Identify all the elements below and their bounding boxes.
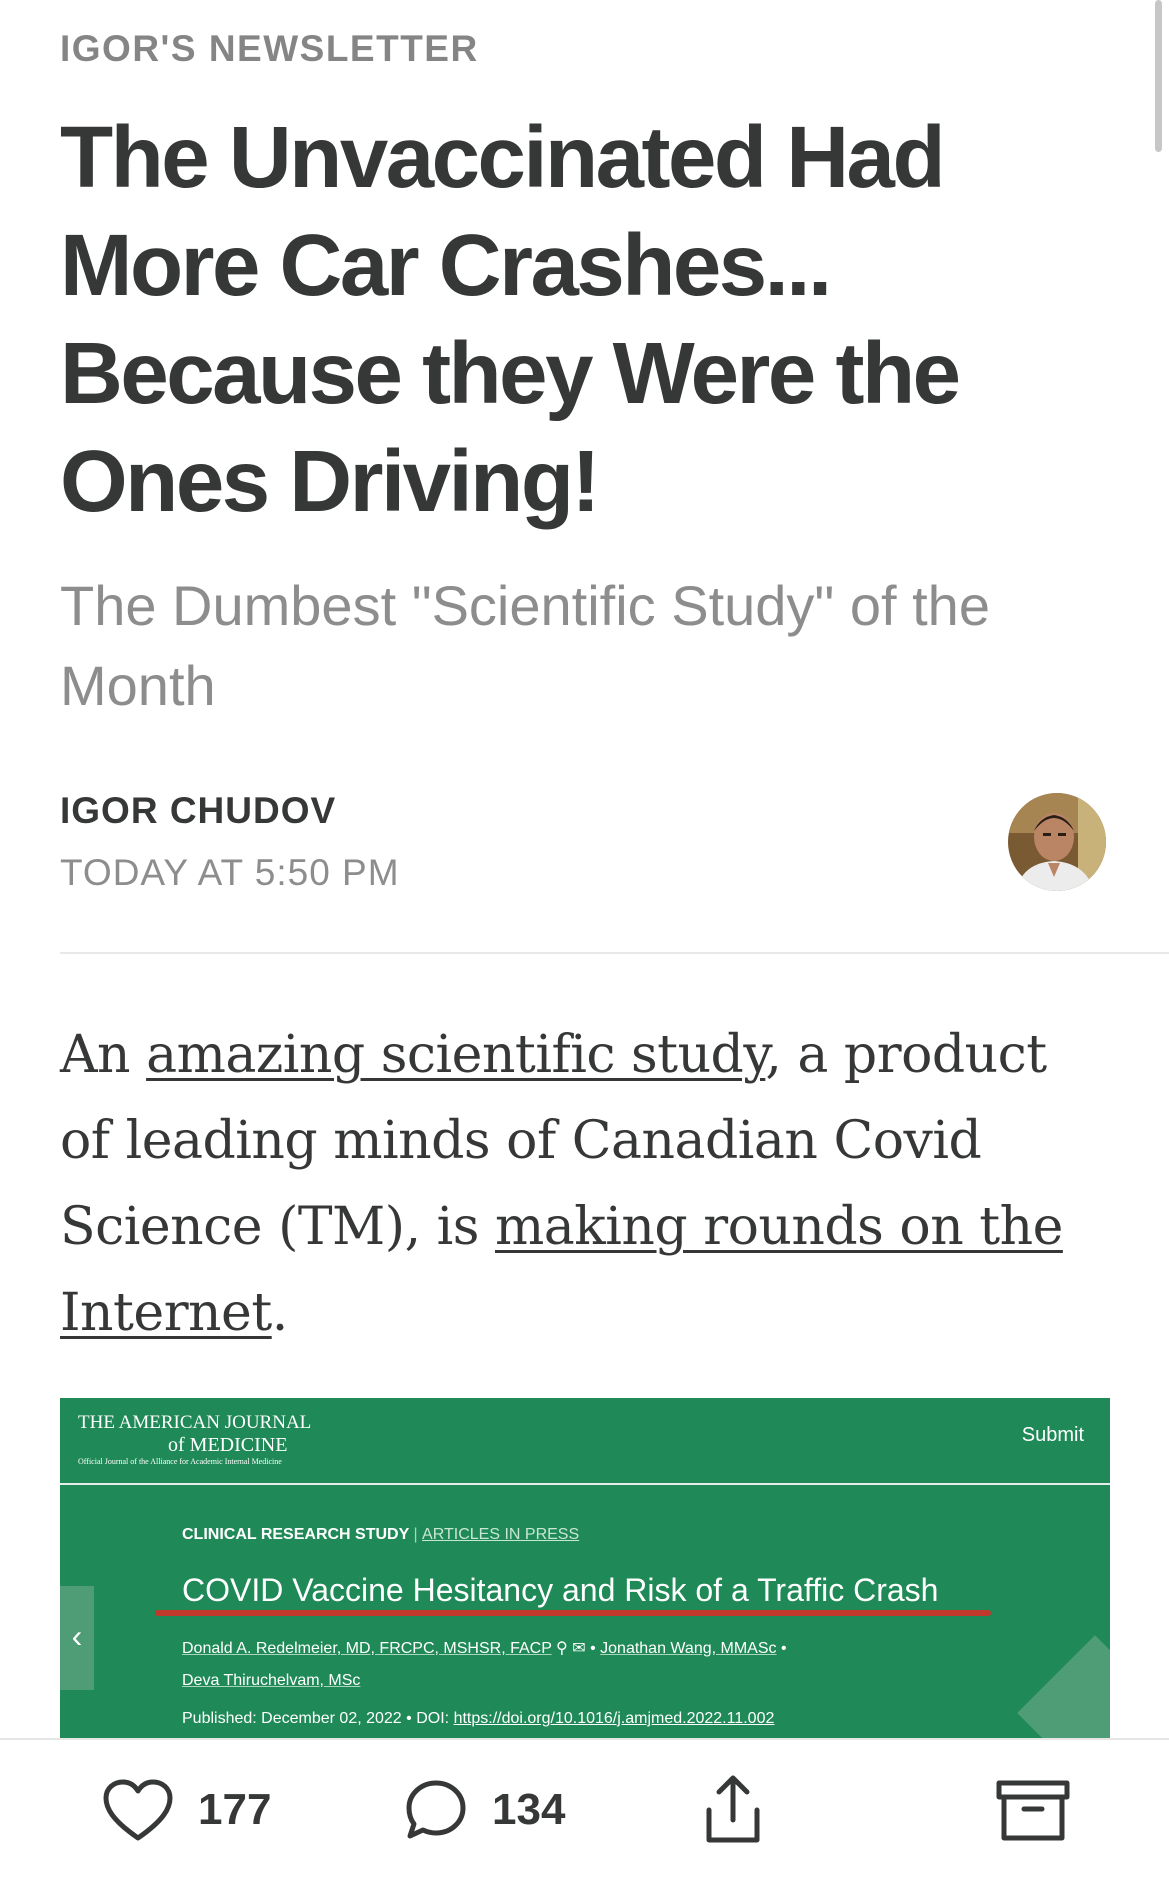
study-title: COVID Vaccine Hesitancy and Risk of a Tr… [182,1572,939,1608]
journal-logo: THE AMERICAN JOURNAL of MEDICINE [78,1412,311,1456]
heart-icon [103,1779,173,1841]
bullet: • [406,1710,412,1727]
comment-button[interactable]: 134 [404,1778,565,1842]
article-paragraph: An amazing scientific study, a product o… [60,1012,1110,1356]
chevron-left-icon[interactable]: ‹ [60,1586,94,1690]
study-authors: Donald A. Redelmeier, MD, FRCPC, MSHSR, … [182,1633,787,1697]
published-date: Published: December 02, 2022 [182,1710,402,1727]
archive-icon [996,1780,1070,1841]
study-type: CLINICAL RESEARCH STUDY | ARTICLES IN PR… [182,1526,579,1544]
scrollbar[interactable] [1155,0,1162,152]
journal-name-line1: THE AMERICAN JOURNAL [78,1412,312,1433]
author-name[interactable]: IGOR CHUDOV [60,790,336,832]
paragraph-text: An [60,1025,147,1085]
bottom-action-bar: 177 134 [0,1738,1169,1895]
separator: | [413,1526,418,1543]
like-button[interactable]: 177 [102,1778,271,1842]
journal-name-line2: of MEDICINE [168,1434,288,1456]
person-icon: ⚲ [556,1640,568,1657]
corner-ribbon [1017,1635,1110,1738]
comment-count: 134 [492,1785,566,1834]
doi-link[interactable]: https://doi.org/10.1016/j.amjmed.2022.11… [454,1710,775,1727]
share-button[interactable] [703,1774,763,1846]
divider [60,952,1169,954]
avatar[interactable] [1008,793,1106,891]
articles-in-press-link[interactable]: ARTICLES IN PRESS [422,1526,579,1543]
author-link[interactable]: Deva Thiruchelvam, MSc [182,1672,360,1689]
article-title: The Unvaccinated Had More Car Crashes...… [60,109,961,530]
comment-icon [406,1780,466,1839]
share-icon [706,1775,760,1843]
article-subtitle: The Dumbest "Scientific Study" of the Mo… [60,574,990,717]
mail-icon: ✉ [572,1640,586,1657]
bullet: • [590,1640,596,1657]
study-link[interactable]: amazing scientific study [146,1025,766,1085]
submit-link[interactable]: Submit [1022,1424,1084,1447]
author-link[interactable]: Donald A. Redelmeier, MD, FRCPC, MSHSR, … [182,1640,552,1657]
doi-label: DOI: [416,1710,450,1727]
highlight-underline [155,1610,991,1616]
embedded-study-image[interactable]: THE AMERICAN JOURNAL of MEDICINE Officia… [60,1398,1110,1738]
newsletter-name[interactable]: IGOR'S NEWSLETTER [60,28,479,70]
bullet: • [780,1640,787,1657]
study-published: Published: December 02, 2022 • DOI: http… [182,1710,774,1728]
publish-date: TODAY AT 5:50 PM [60,852,400,893]
archive-button[interactable] [996,1780,1070,1842]
journal-header: THE AMERICAN JOURNAL of MEDICINE Officia… [60,1398,1110,1485]
author-link[interactable]: Jonathan Wang, MMASc [600,1640,776,1657]
paragraph-text: . [271,1283,289,1343]
like-count: 177 [198,1785,272,1834]
study-type-label: CLINICAL RESEARCH STUDY [182,1526,409,1543]
journal-subtitle: Official Journal of the Alliance for Aca… [78,1457,282,1466]
